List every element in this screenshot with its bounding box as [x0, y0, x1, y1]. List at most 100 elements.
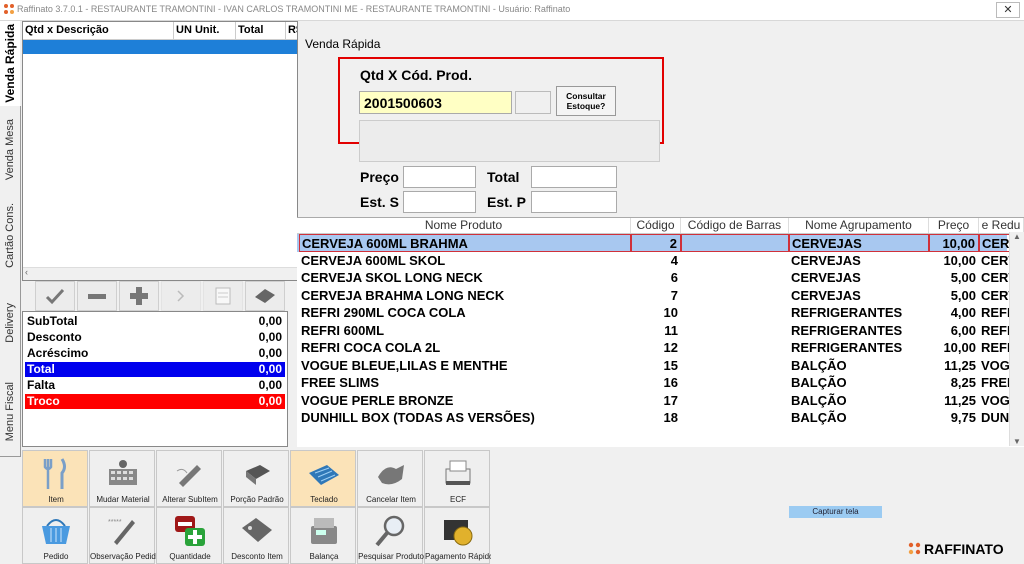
tool-button-pedido[interactable]: Pedido: [22, 507, 88, 564]
tab-cartao-cons[interactable]: Cartão Cons.: [0, 193, 21, 279]
product-row[interactable]: REFRI COCA COLA 2L 12 REFRIGERANTES 10,00 RE…: [297, 339, 1011, 357]
product-cell-nome: REFRI 290ML COCA COLA: [301, 305, 466, 320]
tab-venda-mesa[interactable]: Venda Mesa: [0, 106, 21, 194]
tool-button-alterar-subitem[interactable]: Alterar SubItem: [156, 450, 222, 507]
product-cell-barras: [681, 322, 789, 340]
product-cell-barras: [681, 287, 789, 305]
product-cell-nome: REFRI COCA COLA 2L: [301, 340, 441, 355]
tool-button-desconto-item[interactable]: Desconto Item: [223, 507, 289, 564]
window-title: Raffinato 3.7.0.1 - RESTAURANTE TRAMONTI…: [17, 4, 571, 14]
tool-button-ecf[interactable]: ECF: [424, 450, 490, 507]
order-col-rs[interactable]: R$: [286, 22, 297, 39]
tab-venda-rapida[interactable]: Venda Rápida: [0, 21, 20, 107]
product-cell-codigo: 15: [663, 357, 678, 373]
portion-icon: [240, 457, 274, 491]
payment-icon: [441, 514, 475, 548]
product-row[interactable]: CERVEJA SKOL LONG NECK 6 CERVEJAS 5,00 CERV: [297, 269, 1017, 287]
aux-input[interactable]: [515, 91, 551, 114]
col-nome-agrupamento[interactable]: Nome Agrupamento: [789, 218, 929, 233]
product-cell-preco: 11,25: [944, 392, 976, 408]
col-codigo[interactable]: Código: [631, 218, 681, 233]
order-col-un[interactable]: UN Unit.: [174, 22, 236, 39]
product-cell-codigo: 2: [631, 234, 681, 252]
tag-button[interactable]: [245, 281, 285, 311]
plus-button[interactable]: [119, 281, 159, 311]
tool-button-quantidade[interactable]: Quantidade: [156, 507, 222, 564]
capturar-tela-button[interactable]: Capturar tela: [789, 506, 882, 518]
est-p-field[interactable]: [531, 191, 617, 213]
product-row[interactable]: FREE SLIMS 16 BALÇÃO 8,25 FREE: [297, 374, 1016, 392]
col-nome-produto[interactable]: Nome Produto: [297, 218, 631, 233]
col-preco[interactable]: Preço: [929, 218, 979, 233]
order-col-total[interactable]: Total: [236, 22, 286, 39]
est-s-field[interactable]: [403, 191, 476, 213]
receipt-button[interactable]: [203, 281, 243, 311]
totals-row-desconto: Desconto 0,00: [25, 330, 285, 345]
tool-button-observacao-pedido[interactable]: ***** Observação Pedido: [89, 507, 156, 564]
tab-delivery[interactable]: Delivery: [0, 278, 21, 369]
quantity-plus-minus-icon: [173, 514, 207, 548]
product-row[interactable]: DUNHILL BOX (TODAS AS VERSÕES) 18 BALÇÃO 9,…: [297, 409, 1009, 427]
order-scrollbar[interactable]: ‹: [23, 267, 297, 280]
product-row[interactable]: REFRI 290ML COCA COLA 10 REFRIGERANTES 4,00…: [297, 304, 1011, 322]
product-cell-codigo: 4: [670, 252, 678, 268]
product-row[interactable]: REFRI 600ML 11 REFRIGERANTES 6,00 REFI: [297, 322, 1011, 340]
est-s-label: Est. S: [360, 194, 399, 210]
tool-button-pagamento-rapido[interactable]: Pagamento Rápido: [424, 507, 491, 564]
tool-button-teclado[interactable]: Teclado: [290, 450, 356, 507]
products-grid[interactable]: Nome Produto Código Código de Barras Nom…: [297, 217, 1024, 447]
basket-icon: [39, 514, 73, 548]
tool-button-pesquisar-produto[interactable]: Pesquisar Produto: [357, 507, 424, 564]
col-codigo-barras[interactable]: Código de Barras: [681, 218, 789, 233]
product-cell-nome: VOGUE PERLE BRONZE: [301, 392, 454, 408]
product-cell-nome: REFRI 600ML: [301, 322, 385, 338]
consultar-estoque-button[interactable]: Consultar Estoque?: [556, 86, 616, 116]
product-cell-barras: [681, 339, 789, 357]
order-selected-row[interactable]: [23, 40, 297, 54]
scroll-left-icon[interactable]: ‹: [25, 267, 28, 277]
qtd-code-input[interactable]: 2001500603: [359, 91, 512, 114]
qtd-label: Qtd X Cód. Prod.: [360, 67, 472, 83]
tool-button-item[interactable]: Item: [22, 450, 88, 507]
product-cell-preco: 6,00: [950, 322, 976, 338]
order-grid[interactable]: Qtd x Descrição UN Unit. Total R$ ‹: [22, 21, 298, 281]
products-scrollbar[interactable]: ▲ ▼: [1009, 232, 1024, 446]
tab-menu-fiscal[interactable]: Menu Fiscal: [0, 368, 21, 457]
order-col-qtd[interactable]: Qtd x Descrição: [23, 22, 174, 39]
tool-button-mudar-material[interactable]: Mudar Material: [89, 450, 155, 507]
product-row[interactable]: CERVEJA 600ML SKOL 4 CERVEJAS 10,00 CERV: [297, 252, 1017, 270]
total-field[interactable]: [531, 166, 617, 188]
scroll-up-icon[interactable]: ▲: [1013, 232, 1021, 241]
col-reduzido[interactable]: e Redu: [979, 218, 1024, 233]
product-cell-codigo: 10: [663, 305, 678, 320]
product-cell-barras: [681, 234, 789, 252]
confirm-item-button[interactable]: [35, 281, 75, 311]
tool-label: Mudar Material: [96, 495, 150, 504]
totals-value: 0,00: [258, 378, 282, 392]
minus-button[interactable]: [77, 281, 117, 311]
product-cell-preco: 8,25: [950, 375, 976, 390]
product-cell-codigo: 16: [663, 375, 678, 390]
product-row[interactable]: CERVEJA BRAHMA LONG NECK 7 CERVEJAS 5,00 CER…: [297, 287, 1017, 305]
totals-label: Total: [27, 362, 55, 376]
product-row[interactable]: CERVEJA 600ML BRAHMA 2 CERVEJAS 10,00 CERV: [297, 234, 1024, 252]
product-row[interactable]: VOGUE BLEUE,LILAS E MENTHE 15 BALÇÃO 11,25 V…: [297, 357, 1010, 375]
close-button[interactable]: ✕: [996, 2, 1020, 18]
tool-button-porcao-padrao[interactable]: Porção Padrão: [223, 450, 289, 507]
tool-label: Quantidade: [169, 552, 211, 561]
arrow-button[interactable]: [161, 281, 201, 311]
tool-label: Alterar SubItem: [162, 495, 218, 504]
total-label: Total: [487, 169, 520, 185]
tool-button-balanca[interactable]: Balança: [290, 507, 356, 564]
product-cell-preco: 5,00: [950, 287, 976, 303]
tool-button-cancelar-item[interactable]: Cancelar Item: [357, 450, 423, 507]
tool-label: Pedido: [43, 552, 69, 561]
keyboard-grid-icon: [106, 457, 140, 491]
product-row[interactable]: VOGUE PERLE BRONZE 17 BALÇÃO 11,25 VOG: [297, 392, 1010, 410]
tool-label: Cancelar Item: [366, 495, 416, 504]
tool-label: Pesquisar Produto: [358, 552, 424, 561]
preco-field[interactable]: [403, 166, 476, 188]
product-cell-nome: CERVEJA BRAHMA LONG NECK: [301, 287, 505, 303]
scroll-down-icon[interactable]: ▼: [1013, 437, 1021, 446]
product-cell-codigo: 18: [663, 410, 678, 425]
